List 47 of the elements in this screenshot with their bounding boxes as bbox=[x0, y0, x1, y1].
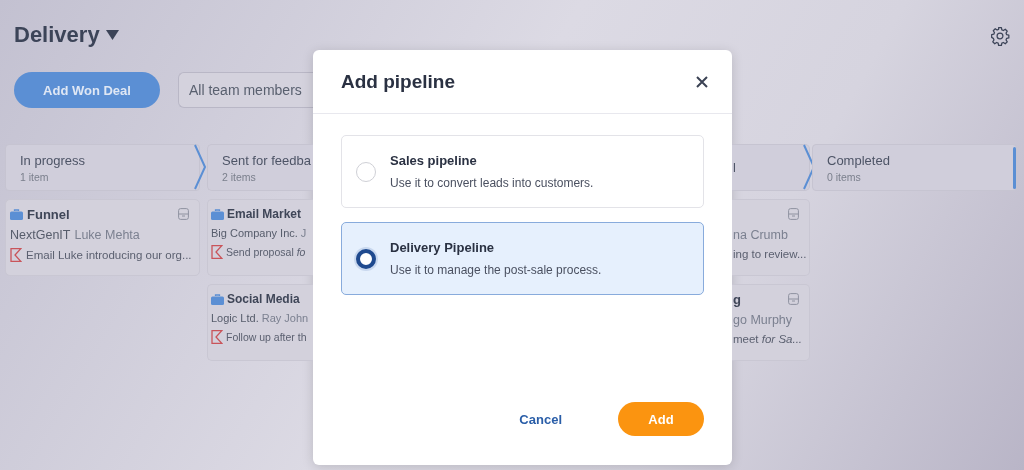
radio-button[interactable] bbox=[356, 248, 376, 269]
briefcase-icon bbox=[211, 208, 224, 220]
cancel-button[interactable]: Cancel bbox=[519, 407, 562, 431]
briefcase-icon bbox=[211, 293, 224, 305]
option-description: Use it to convert leads into customers. bbox=[390, 176, 594, 190]
dialog-title: Add pipeline bbox=[341, 70, 455, 93]
option-title: Sales pipeline bbox=[390, 153, 478, 168]
deal-card[interactable]: g go Murphy meet for Sa... bbox=[732, 284, 810, 361]
stage-header[interactable]: In progress 1 item bbox=[5, 144, 200, 191]
stage-header[interactable]: l bbox=[732, 144, 810, 191]
deal-title: Funnel bbox=[27, 207, 70, 222]
company-name: Logic Ltd. bbox=[211, 312, 259, 324]
deal-title: Social Media bbox=[227, 292, 300, 306]
task-text: Follow up after th bbox=[226, 331, 307, 343]
contact-name: J bbox=[300, 227, 307, 239]
option-description: Use it to manage the post-sale process. bbox=[390, 263, 602, 277]
task-text: meet for Sa... bbox=[733, 333, 803, 345]
stage-header[interactable]: Sent for feedba 2 items bbox=[207, 144, 313, 191]
task-text: Email Luke introducing our org... bbox=[26, 249, 192, 261]
contact-name: Ray John bbox=[261, 312, 309, 324]
deal-card[interactable]: Email Market Big Company Inc. J Send proposal fo bbox=[207, 199, 313, 276]
deal-card[interactable]: Funnel NextGenIT Luke Mehta Email Luke introducing our org... bbox=[5, 199, 200, 276]
flag-icon bbox=[10, 248, 22, 262]
pipeline-title[interactable]: Delivery bbox=[14, 22, 100, 48]
deal-card[interactable]: Social Media Logic Ltd. Ray John Follow up after th bbox=[207, 284, 313, 361]
pipeline-option[interactable]: Sales pipeline Use it to convert leads into customers. bbox=[341, 135, 704, 208]
stage-chevron-icon bbox=[193, 144, 207, 191]
deal-card[interactable]: na Crumb ing to review... bbox=[732, 199, 810, 276]
dropdown-caret-icon[interactable] bbox=[105, 30, 119, 40]
company-name: Big Company Inc. bbox=[211, 227, 298, 239]
flag-icon bbox=[211, 245, 223, 259]
option-title: Delivery Pipeline bbox=[390, 240, 496, 255]
pipeline-option[interactable]: Delivery Pipeline Use it to manage the post-sale process. bbox=[341, 222, 704, 295]
close-icon[interactable] bbox=[694, 73, 710, 90]
task-text: Send proposal fo bbox=[226, 246, 306, 258]
stage-header[interactable]: Completed 0 items bbox=[812, 144, 1017, 191]
contact-name: Luke Mehta bbox=[74, 228, 140, 242]
task-text: ing to review... bbox=[733, 248, 807, 260]
team-filter-dropdown[interactable]: All team members bbox=[178, 72, 313, 108]
flag-icon bbox=[211, 330, 223, 344]
company-name: NextGenIT bbox=[10, 228, 71, 242]
contact-name: na Crumb bbox=[733, 228, 788, 242]
contact-name: go Murphy bbox=[733, 313, 793, 327]
briefcase-icon bbox=[10, 209, 23, 220]
deal-title: g bbox=[733, 292, 741, 307]
deal-title: Email Market bbox=[227, 207, 302, 221]
settings-icon[interactable] bbox=[990, 26, 1010, 46]
